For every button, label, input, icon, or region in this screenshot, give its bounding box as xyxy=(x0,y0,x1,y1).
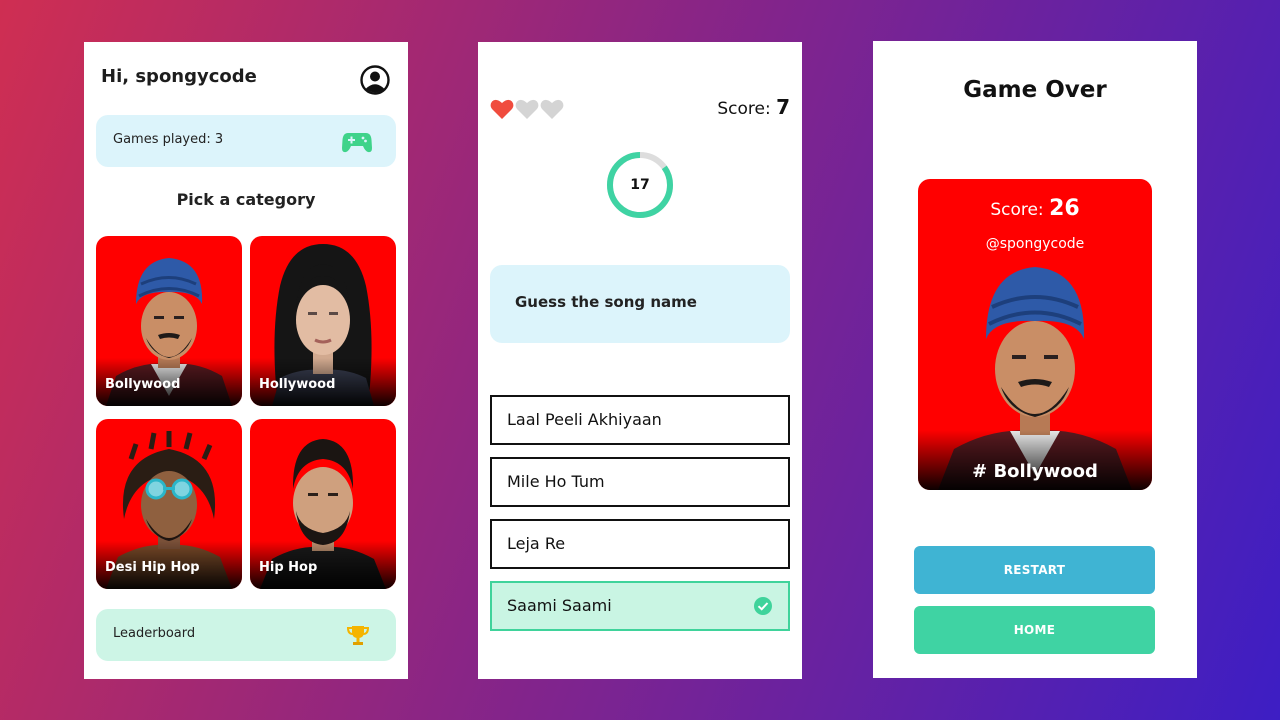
question-card: Guess the song name xyxy=(490,265,790,343)
check-circle-icon xyxy=(754,597,772,615)
current-score: Score: 7 xyxy=(717,95,790,119)
category-label: Hip Hop xyxy=(259,560,318,575)
leaderboard-label: Leaderboard xyxy=(113,626,196,641)
result-category: # Bollywood xyxy=(972,461,1098,482)
heart-icon xyxy=(490,98,514,120)
restart-button[interactable]: RESTART xyxy=(914,546,1155,594)
question-text: Guess the song name xyxy=(515,293,697,311)
answer-option-label: Laal Peeli Akhiyaan xyxy=(507,410,662,429)
answer-option-label: Mile Ho Tum xyxy=(507,472,605,491)
answer-option[interactable]: Leja Re xyxy=(490,519,790,569)
category-card-hollywood[interactable]: Hollywood xyxy=(250,236,396,406)
final-score-value: 26 xyxy=(1049,196,1080,221)
category-label: Bollywood xyxy=(105,377,181,392)
answer-option-label: Saami Saami xyxy=(507,596,612,615)
score-value: 7 xyxy=(776,95,790,119)
category-label: Desi Hip Hop xyxy=(105,560,200,575)
gamepad-icon xyxy=(342,127,372,155)
result-card: Score: 26 @spongycode # Bollywood xyxy=(918,179,1152,490)
final-score-label: Score: xyxy=(990,200,1050,220)
account-circle-icon[interactable] xyxy=(360,65,390,95)
game-over-title: Game Over xyxy=(963,77,1107,103)
home-screen: Hi, spongycode Games played: 3 Pick a ca… xyxy=(84,42,408,679)
heart-outline-icon xyxy=(540,98,564,120)
games-played-card: Games played: 3 xyxy=(96,115,396,167)
lives xyxy=(490,98,564,120)
leaderboard-button[interactable]: Leaderboard xyxy=(96,609,396,661)
games-played-text: Games played: 3 xyxy=(113,132,224,147)
game-over-screen: Game Over Score: 26 @spongycode # Bollyw… xyxy=(873,41,1197,678)
pick-category-title: Pick a category xyxy=(176,190,316,209)
category-label: Hollywood xyxy=(259,377,336,392)
greeting: Hi, spongycode xyxy=(101,66,257,87)
trophy-icon xyxy=(346,623,370,647)
answer-option[interactable]: Laal Peeli Akhiyaan xyxy=(490,395,790,445)
category-card-hip-hop[interactable]: Hip Hop xyxy=(250,419,396,589)
timer-value: 17 xyxy=(630,177,650,193)
heart-outline-icon xyxy=(515,98,539,120)
category-card-desi-hip-hop[interactable]: Desi Hip Hop xyxy=(96,419,242,589)
category-card-bollywood[interactable]: Bollywood xyxy=(96,236,242,406)
answer-option-correct[interactable]: Saami Saami xyxy=(490,581,790,631)
home-button[interactable]: HOME xyxy=(914,606,1155,654)
final-score: Score: 26 xyxy=(918,196,1152,221)
username: @spongycode xyxy=(985,236,1085,252)
quiz-screen: Score: 7 17 Guess the song name Laal Pee… xyxy=(478,42,802,679)
answer-option-label: Leja Re xyxy=(507,534,566,553)
answer-option[interactable]: Mile Ho Tum xyxy=(490,457,790,507)
score-label: Score: xyxy=(717,99,777,119)
